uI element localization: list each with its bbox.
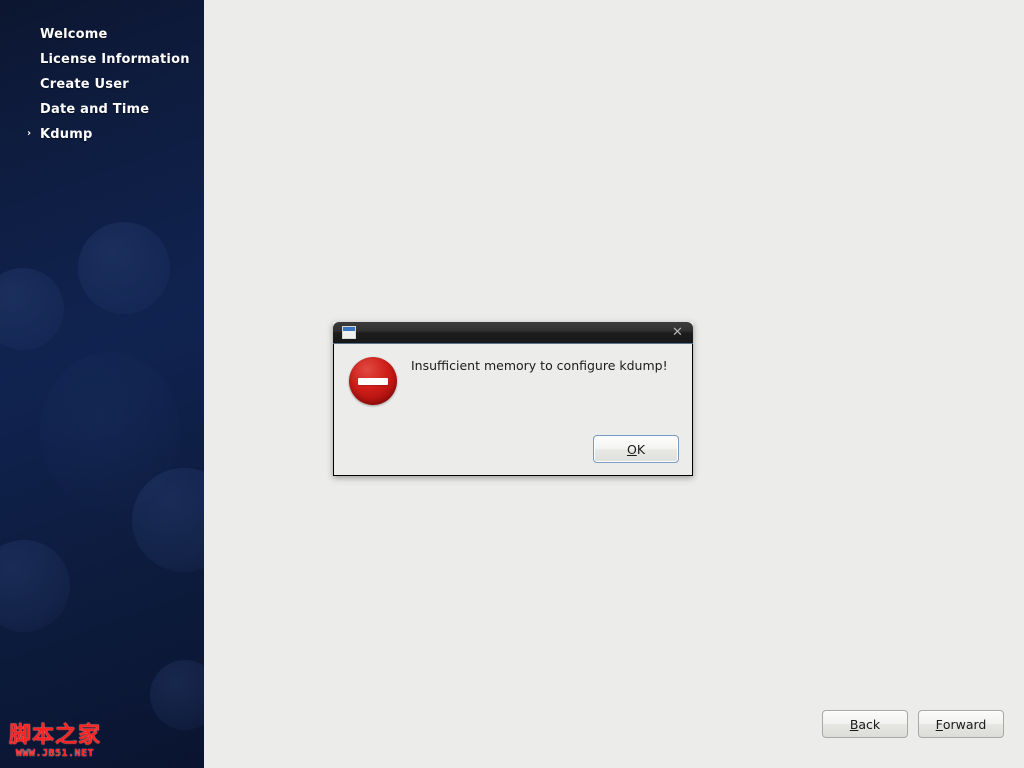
decorative-circle bbox=[78, 222, 170, 314]
watermark-text: 脚本之家 bbox=[8, 724, 102, 748]
error-stop-icon bbox=[349, 357, 397, 405]
forward-button-label: orward bbox=[943, 717, 987, 732]
dialog-titlebar[interactable]: ✕ bbox=[333, 322, 693, 344]
sidebar-item-date-and-time[interactable]: Date and Time bbox=[0, 100, 204, 119]
sidebar-item-label: Date and Time bbox=[40, 102, 149, 117]
back-button-label: ack bbox=[858, 717, 880, 732]
sidebar-item-welcome[interactable]: Welcome bbox=[0, 25, 204, 44]
decorative-circle bbox=[40, 352, 180, 512]
ok-button-label: K bbox=[637, 442, 645, 457]
dialog-body: Insufficient memory to configure kdump! … bbox=[333, 344, 693, 476]
decorative-circle bbox=[132, 468, 204, 572]
dialog-message: Insufficient memory to configure kdump! bbox=[411, 357, 680, 375]
sidebar-item-license-information[interactable]: License Information bbox=[0, 50, 204, 69]
wizard-sidebar: Welcome License Information Create User … bbox=[0, 0, 204, 768]
forward-button-mnemonic: F bbox=[936, 717, 943, 732]
sidebar-item-label: Kdump bbox=[40, 127, 93, 142]
back-button-mnemonic: B bbox=[850, 717, 859, 732]
sidebar-item-create-user[interactable]: Create User bbox=[0, 75, 204, 94]
decorative-circle bbox=[0, 540, 70, 632]
decorative-circle bbox=[150, 660, 204, 730]
ok-button-mnemonic: O bbox=[627, 442, 637, 457]
watermark: 脚本之家 WWW.JB51.NET bbox=[8, 724, 102, 760]
sidebar-item-label: Welcome bbox=[40, 27, 108, 42]
current-step-arrow-icon: › bbox=[27, 128, 36, 139]
window-icon bbox=[342, 326, 356, 339]
watermark-url: WWW.JB51.NET bbox=[8, 748, 102, 760]
close-icon[interactable]: ✕ bbox=[670, 325, 685, 340]
ok-button[interactable]: OK bbox=[593, 435, 679, 463]
error-icon-bar bbox=[358, 378, 388, 385]
forward-button[interactable]: Forward bbox=[918, 710, 1004, 738]
application-window: Welcome License Information Create User … bbox=[0, 0, 1024, 768]
sidebar-item-kdump[interactable]: › Kdump bbox=[0, 125, 204, 144]
decorative-circle bbox=[0, 268, 64, 350]
wizard-footer: Back Forward bbox=[822, 710, 1004, 738]
sidebar-item-label: Create User bbox=[40, 77, 129, 92]
back-button[interactable]: Back bbox=[822, 710, 908, 738]
sidebar-item-label: License Information bbox=[40, 52, 190, 67]
error-dialog: ✕ Insufficient memory to configure kdump… bbox=[333, 322, 693, 476]
wizard-step-list: Welcome License Information Create User … bbox=[0, 0, 204, 150]
